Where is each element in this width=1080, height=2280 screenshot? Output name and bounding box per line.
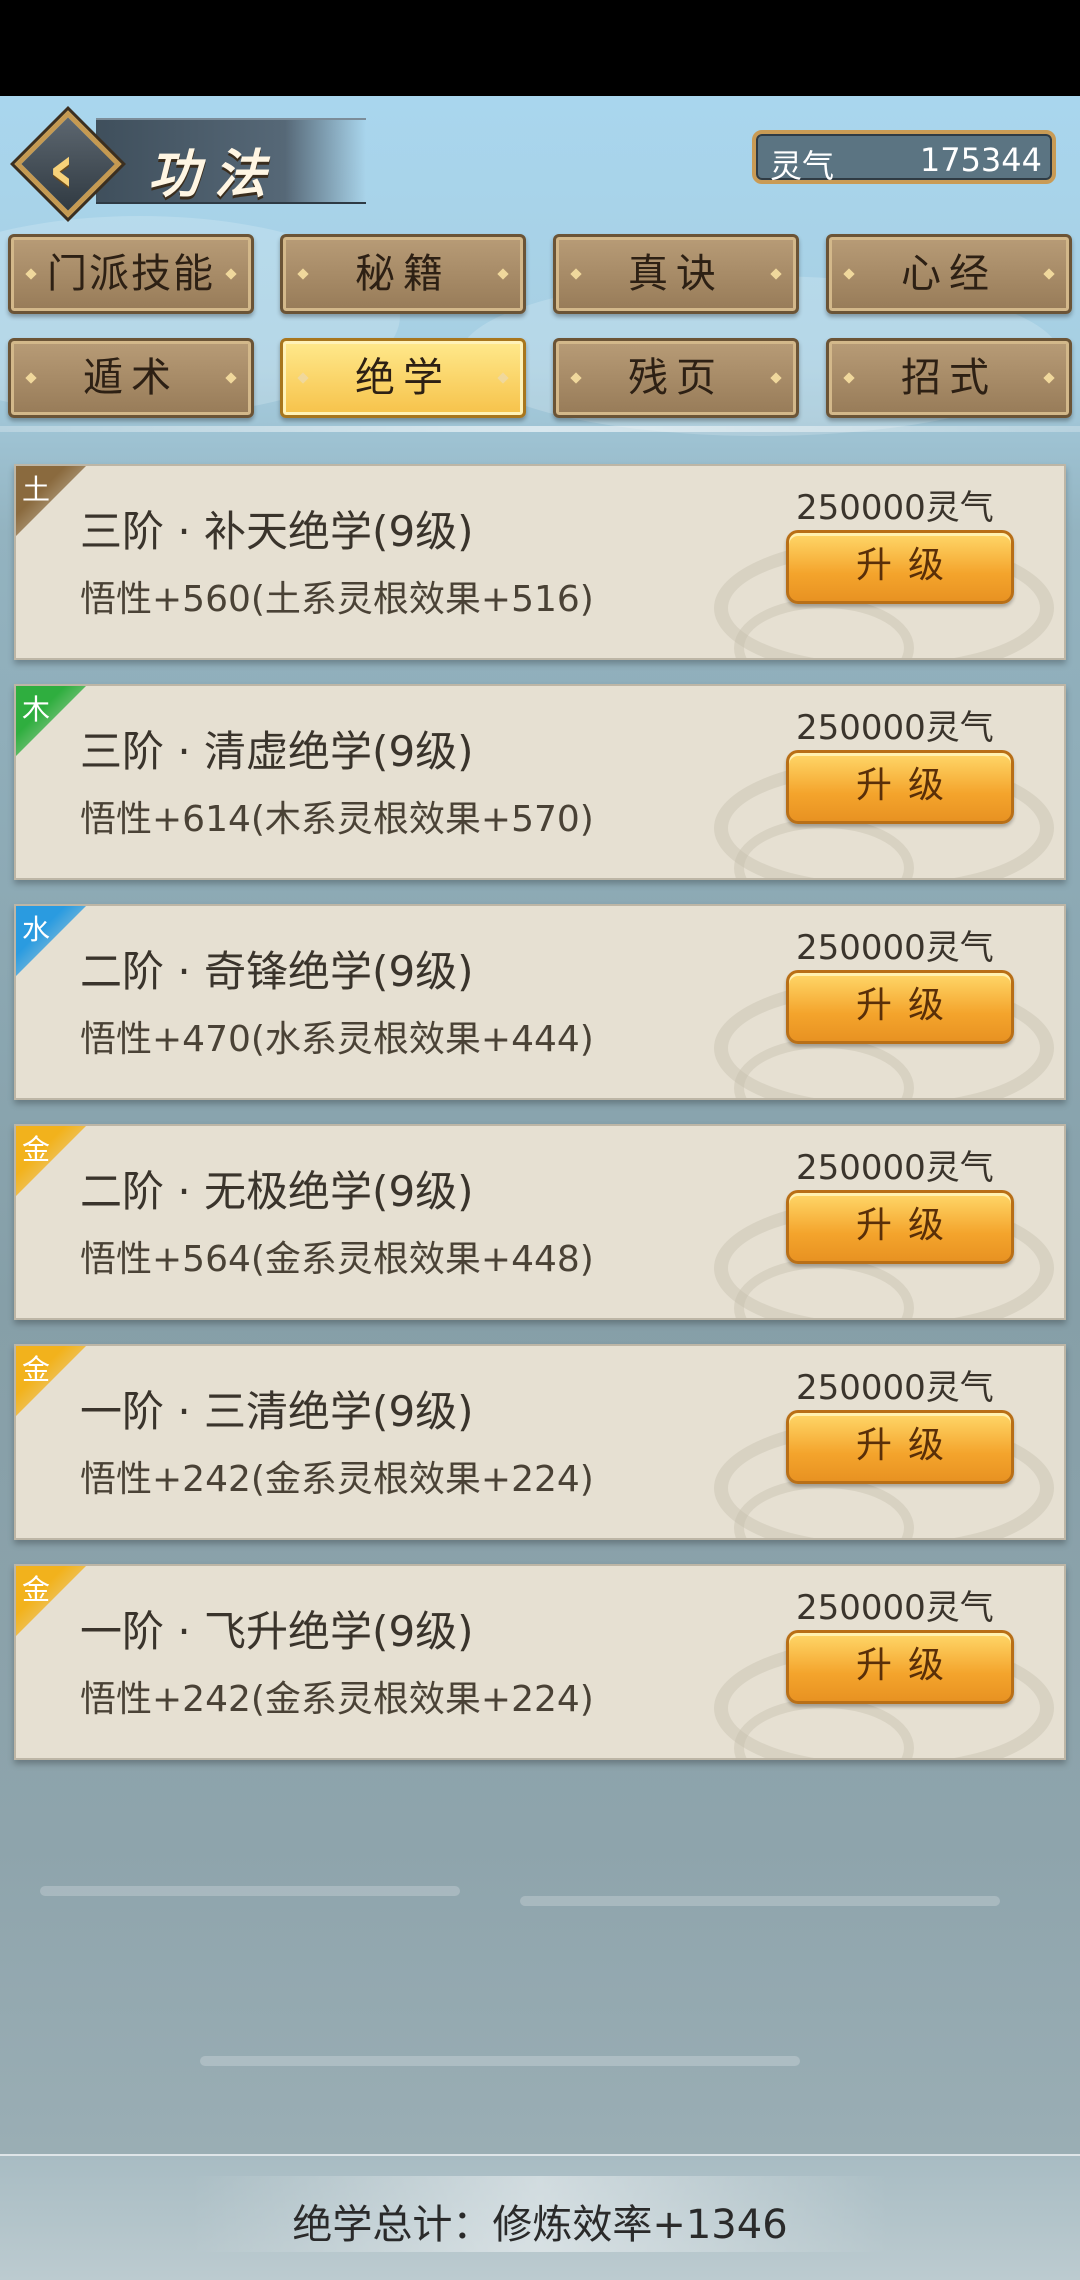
background-mist: [40, 1886, 460, 1896]
background-mist: [200, 2056, 800, 2066]
lingqi-value: 175344: [919, 141, 1042, 179]
skill-effect: 悟性+560(土系灵根效果+516): [80, 579, 594, 620]
upgrade-cost: 250000灵气: [796, 1148, 994, 1188]
tab-dunshu[interactable]: 遁术: [8, 338, 254, 418]
skill-name: 三阶 · 补天绝学(9级): [80, 507, 474, 556]
tab-juexue[interactable]: 绝学: [280, 338, 526, 418]
upgrade-button[interactable]: 升级: [786, 530, 1014, 604]
element-label: 木: [22, 693, 51, 726]
skill-effect: 悟性+470(水系灵根效果+444): [80, 1019, 594, 1060]
element-label: 金: [22, 1133, 51, 1166]
upgrade-button[interactable]: 升级: [786, 1410, 1014, 1484]
tab-canye[interactable]: 残页: [553, 338, 799, 418]
summary-footer: 绝学总计：修炼效率+1346: [0, 2154, 1080, 2280]
tab-divider: [0, 426, 1080, 432]
skill-effect: 悟性+242(金系灵根效果+224): [80, 1679, 594, 1720]
lingqi-label: 灵气: [770, 147, 835, 185]
skill-card: 木 三阶 · 清虚绝学(9级) 悟性+614(木系灵根效果+570) 25000…: [14, 684, 1066, 880]
skill-effect: 悟性+564(金系灵根效果+448): [80, 1239, 594, 1280]
skill-card: 金 一阶 · 飞升绝学(9级) 悟性+242(金系灵根效果+224) 25000…: [14, 1564, 1066, 1760]
skill-card: 土 三阶 · 补天绝学(9级) 悟性+560(土系灵根效果+516) 25000…: [14, 464, 1066, 660]
upgrade-button[interactable]: 升级: [786, 750, 1014, 824]
upgrade-cost: 250000灵气: [796, 1588, 994, 1628]
upgrade-cost: 250000灵气: [796, 1368, 994, 1408]
tab-miji[interactable]: 秘籍: [280, 234, 526, 314]
upgrade-button[interactable]: 升级: [786, 1190, 1014, 1264]
upgrade-cost: 250000灵气: [796, 928, 994, 968]
status-bar: [0, 0, 1080, 96]
back-button[interactable]: ‹: [10, 106, 126, 222]
tab-menpai-jineng[interactable]: 门派技能: [8, 234, 254, 314]
skill-name: 一阶 · 飞升绝学(9级): [80, 1607, 474, 1656]
skill-name: 二阶 · 无极绝学(9级): [80, 1167, 474, 1216]
upgrade-button[interactable]: 升级: [786, 970, 1014, 1044]
tab-zhenjue[interactable]: 真诀: [553, 234, 799, 314]
skill-effect: 悟性+242(金系灵根效果+224): [80, 1459, 594, 1500]
tab-zhaoshi[interactable]: 招式: [826, 338, 1072, 418]
background-mist: [520, 1896, 1000, 1906]
skill-card: 金 二阶 · 无极绝学(9级) 悟性+564(金系灵根效果+448) 25000…: [14, 1124, 1066, 1320]
skill-card: 金 一阶 · 三清绝学(9级) 悟性+242(金系灵根效果+224) 25000…: [14, 1344, 1066, 1540]
lingqi-counter: 灵气 175344: [752, 130, 1056, 185]
juexue-total: 绝学总计：修炼效率+1346: [292, 2202, 788, 2248]
element-label: 金: [22, 1573, 51, 1606]
upgrade-cost: 250000灵气: [796, 488, 994, 528]
skill-card: 水 二阶 · 奇锋绝学(9级) 悟性+470(水系灵根效果+444) 25000…: [14, 904, 1066, 1100]
chevron-left-icon: ‹: [48, 130, 76, 207]
skill-name: 二阶 · 奇锋绝学(9级): [80, 947, 474, 996]
tab-xinjing[interactable]: 心经: [826, 234, 1072, 314]
gongfa-screen: 功法 ‹ 灵气 175344 门派技能 秘籍 真诀 心经 遁术 绝学 残页 招式…: [0, 96, 1080, 2280]
upgrade-button[interactable]: 升级: [786, 1630, 1014, 1704]
upgrade-cost: 250000灵气: [796, 708, 994, 748]
element-label: 水: [22, 913, 51, 946]
element-label: 土: [22, 473, 51, 506]
page-title: 功法: [148, 144, 281, 205]
skill-name: 三阶 · 清虚绝学(9级): [80, 727, 474, 776]
page-title-plate: 功法: [96, 118, 366, 205]
skill-effect: 悟性+614(木系灵根效果+570): [80, 799, 594, 840]
skill-name: 一阶 · 三清绝学(9级): [80, 1387, 474, 1436]
element-label: 金: [22, 1353, 51, 1386]
